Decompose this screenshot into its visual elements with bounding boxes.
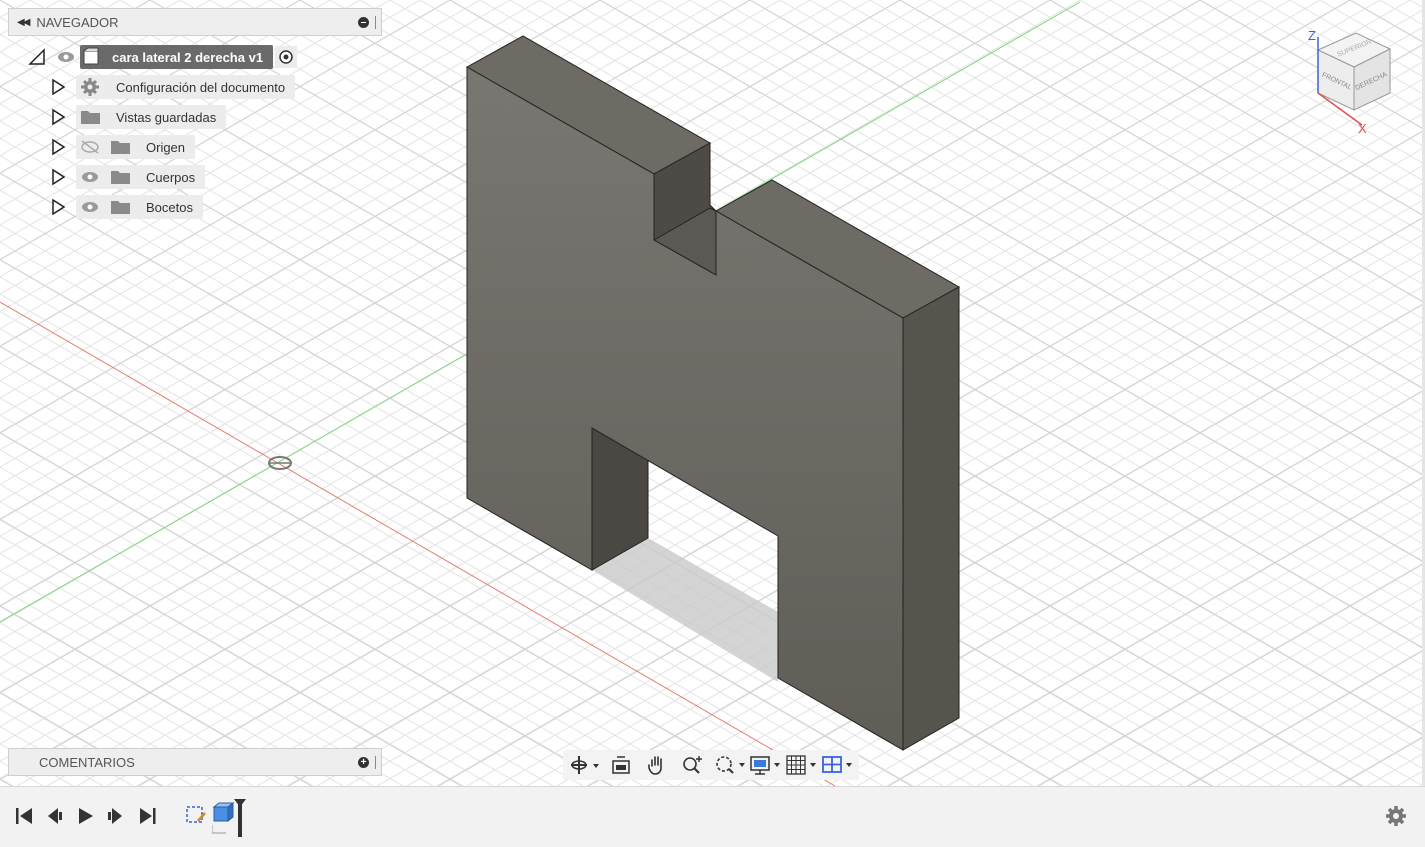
tree-item-vistas[interactable]: Vistas guardadas (50, 105, 227, 129)
grid-settings-icon (786, 755, 816, 775)
look-at-button[interactable] (605, 752, 637, 778)
navigator-title: NAVEGADOR (36, 14, 119, 30)
body-side (902, 286, 960, 751)
tree-item-cuerpos[interactable]: Cuerpos (50, 165, 206, 189)
folder-icon (111, 141, 130, 154)
eye-icon[interactable] (54, 48, 78, 66)
pan-button[interactable] (641, 752, 673, 778)
x-axis-label: X (1358, 121, 1367, 136)
grid-settings-button[interactable] (785, 752, 817, 778)
tree-item-label: Bocetos (146, 199, 193, 215)
tree-item-origen[interactable]: Origen (50, 135, 196, 159)
tree-item-label: Vistas guardadas (116, 109, 217, 125)
collapse-triangle-icon[interactable] (28, 48, 46, 66)
tree-item-configuracion[interactable]: Configuración del documento (50, 75, 296, 99)
pan-icon (648, 756, 662, 775)
extrude-feature-icon[interactable] (212, 799, 248, 839)
activate-radio-icon[interactable] (275, 46, 298, 68)
gear-icon (81, 78, 99, 96)
next-icon[interactable] (106, 805, 126, 827)
timeline-bar (0, 786, 1425, 847)
play-icon[interactable] (76, 805, 96, 827)
folder-icon (111, 201, 130, 214)
add-comment-icon[interactable]: + (358, 757, 369, 768)
folder-icon (81, 111, 100, 124)
view-cube[interactable]: SUPERIOR FRONTAL DERECHA Z X (1300, 25, 1400, 140)
prev-icon[interactable] (44, 805, 64, 827)
fit-icon (716, 756, 745, 774)
fit-button[interactable] (713, 752, 745, 778)
expand-triangle-icon[interactable] (50, 138, 66, 156)
eye-icon[interactable] (78, 198, 104, 216)
orbit-button[interactable] (569, 752, 601, 778)
display-settings-icon (750, 756, 780, 775)
folder-icon (111, 171, 130, 184)
eye-hidden-icon[interactable] (78, 138, 104, 156)
expand-triangle-icon[interactable] (50, 168, 66, 186)
z-axis-label: Z (1308, 28, 1316, 43)
expand-triangle-icon[interactable] (50, 108, 66, 126)
navigation-toolbar (563, 750, 859, 780)
navigator-header[interactable]: ◀◀ NAVEGADOR – (8, 8, 382, 36)
drag-grip[interactable] (375, 756, 378, 769)
comments-panel[interactable]: COMENTARIOS + (8, 748, 382, 776)
expand-triangle-icon[interactable] (50, 78, 66, 96)
drag-grip[interactable] (375, 16, 378, 29)
minimize-icon[interactable]: – (358, 17, 369, 28)
root-component-label[interactable]: cara lateral 2 derecha v1 (102, 45, 274, 69)
zoom-button[interactable] (677, 752, 709, 778)
timeline-settings-gear-icon[interactable] (1385, 805, 1407, 827)
tree-item-label: Cuerpos (146, 169, 196, 185)
expand-triangle-icon[interactable] (50, 198, 66, 216)
sketch-feature-icon[interactable] (184, 803, 208, 827)
tree-item-label: Origen (146, 139, 186, 155)
eye-icon[interactable] (78, 168, 104, 186)
last-icon[interactable] (138, 805, 158, 827)
tree-root[interactable]: cara lateral 2 derecha v1 (28, 45, 298, 69)
zoom-icon (683, 756, 702, 774)
comments-title: COMENTARIOS (39, 754, 135, 770)
collapse-icon[interactable]: ◀◀ (17, 17, 30, 28)
tree-item-label: Configuración del documento (116, 79, 286, 95)
tree-item-bocetos[interactable]: Bocetos (50, 195, 203, 219)
look-at-icon (612, 756, 630, 774)
viewports-button[interactable] (821, 752, 853, 778)
canvas-viewport[interactable]: SUPERIOR FRONTAL DERECHA Z X ◀◀ NAVEGADO… (0, 0, 1425, 786)
display-settings-button[interactable] (749, 752, 781, 778)
orbit-icon (571, 756, 599, 774)
viewports-icon (822, 756, 852, 773)
component-icon (83, 47, 99, 65)
first-icon[interactable] (14, 805, 34, 827)
